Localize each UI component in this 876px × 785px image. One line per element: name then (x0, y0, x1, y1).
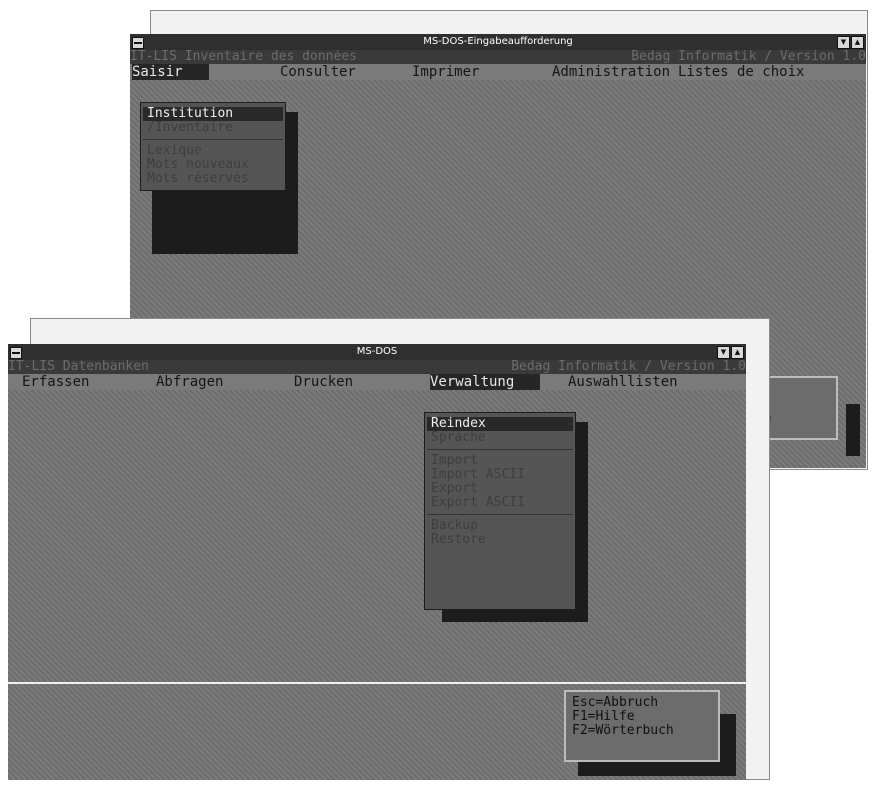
menu-saisir[interactable]: Saisir (132, 64, 209, 80)
dropdown-item-reindex[interactable]: Reindex (427, 417, 573, 431)
back-dropdown-menu: Institution /Inventaire Lexique Mots nou… (140, 102, 286, 191)
maximize-icon[interactable]: ▲ (851, 36, 864, 49)
menu-abfragen[interactable]: Abfragen (156, 374, 223, 390)
system-menu-icon[interactable] (132, 37, 144, 49)
front-status-left: IT-LIS Datenbanken (8, 360, 149, 374)
menu-listes-de-choix[interactable]: Listes de choix (678, 64, 804, 80)
menu-auswahllisten[interactable]: Auswahllisten (568, 374, 678, 390)
maximize-icon[interactable]: ▲ (731, 346, 744, 359)
dropdown-item-mots-nouveaux[interactable]: Mots nouveaux (143, 158, 283, 172)
back-status-right: Bedag Informatik / Version 1.0 (631, 50, 866, 64)
front-dos-screen: IT-LIS Datenbanken Bedag Informatik / Ve… (8, 360, 746, 682)
front-window-titlebar[interactable]: MS-DOS ▼ ▲ (8, 344, 746, 360)
front-menu-bar: Erfassen Abfragen Drucken Verwaltung Aus… (8, 374, 746, 390)
minimize-icon[interactable]: ▼ (837, 36, 850, 49)
front-dropdown-menu: Reindex Sprache Import Import ASCII Expo… (424, 412, 576, 610)
back-status-line: IT-LIS Inventaire des données Bedag Info… (130, 50, 866, 64)
menu-administration[interactable]: Administration (552, 64, 670, 80)
dropdown-item-import[interactable]: Import (427, 454, 573, 468)
front-dos-window: MS-DOS ▼ ▲ IT-LIS Datenbanken Bedag Info… (0, 318, 770, 780)
dropdown-item-inventaire[interactable]: /Inventaire (143, 121, 283, 135)
menu-verwaltung[interactable]: Verwaltung (430, 374, 541, 390)
dropdown-item-sprache[interactable]: Sprache (427, 431, 573, 445)
menu-imprimer[interactable]: Imprimer (412, 64, 479, 80)
menu-drucken[interactable]: Drucken (294, 374, 353, 390)
dropdown-item-import-ascii[interactable]: Import ASCII (427, 468, 573, 482)
dropdown-item-institution[interactable]: Institution (143, 107, 283, 121)
front-help-box: Esc=Abbruch F1=Hilfe F2=Wörterbuch (564, 690, 720, 762)
dropdown-separator (427, 449, 573, 450)
front-status-right: Bedag Informatik / Version 1.0 (511, 360, 746, 374)
front-status-line: IT-LIS Datenbanken Bedag Informatik / Ve… (8, 360, 746, 374)
help-esc-abbruch: Esc=Abbruch (572, 695, 659, 710)
menu-consulter[interactable]: Consulter (280, 64, 356, 80)
dropdown-item-export[interactable]: Export (427, 482, 573, 496)
help-f1-hilfe: F1=Hilfe (572, 709, 635, 724)
dropdown-separator (427, 514, 573, 515)
back-window-title: MS-DOS-Eingabeaufforderung (423, 36, 573, 47)
menu-erfassen[interactable]: Erfassen (22, 374, 89, 390)
minimize-icon[interactable]: ▼ (717, 346, 730, 359)
front-window-controls: ▼ ▲ (717, 346, 744, 359)
dropdown-item-export-ascii[interactable]: Export ASCII (427, 496, 573, 510)
back-window-titlebar[interactable]: MS-DOS-Eingabeaufforderung ▼ ▲ (130, 34, 866, 50)
dropdown-item-lexique[interactable]: Lexique (143, 144, 283, 158)
system-menu-icon[interactable] (10, 347, 22, 359)
back-status-left: IT-LIS Inventaire des données (130, 50, 357, 64)
dropdown-separator (143, 139, 283, 140)
back-help-shadow (846, 404, 860, 456)
help-f2-woerterbuch: F2=Wörterbuch (572, 723, 674, 738)
dropdown-item-restore[interactable]: Restore (427, 533, 573, 547)
back-window-controls: ▼ ▲ (837, 36, 864, 49)
back-menu-bar: Saisir Consulter Imprimer Administration… (130, 64, 866, 80)
dropdown-item-mots-reserves[interactable]: Mots réservés (143, 172, 283, 186)
dropdown-item-backup[interactable]: Backup (427, 519, 573, 533)
front-window-title: MS-DOS (356, 346, 398, 357)
